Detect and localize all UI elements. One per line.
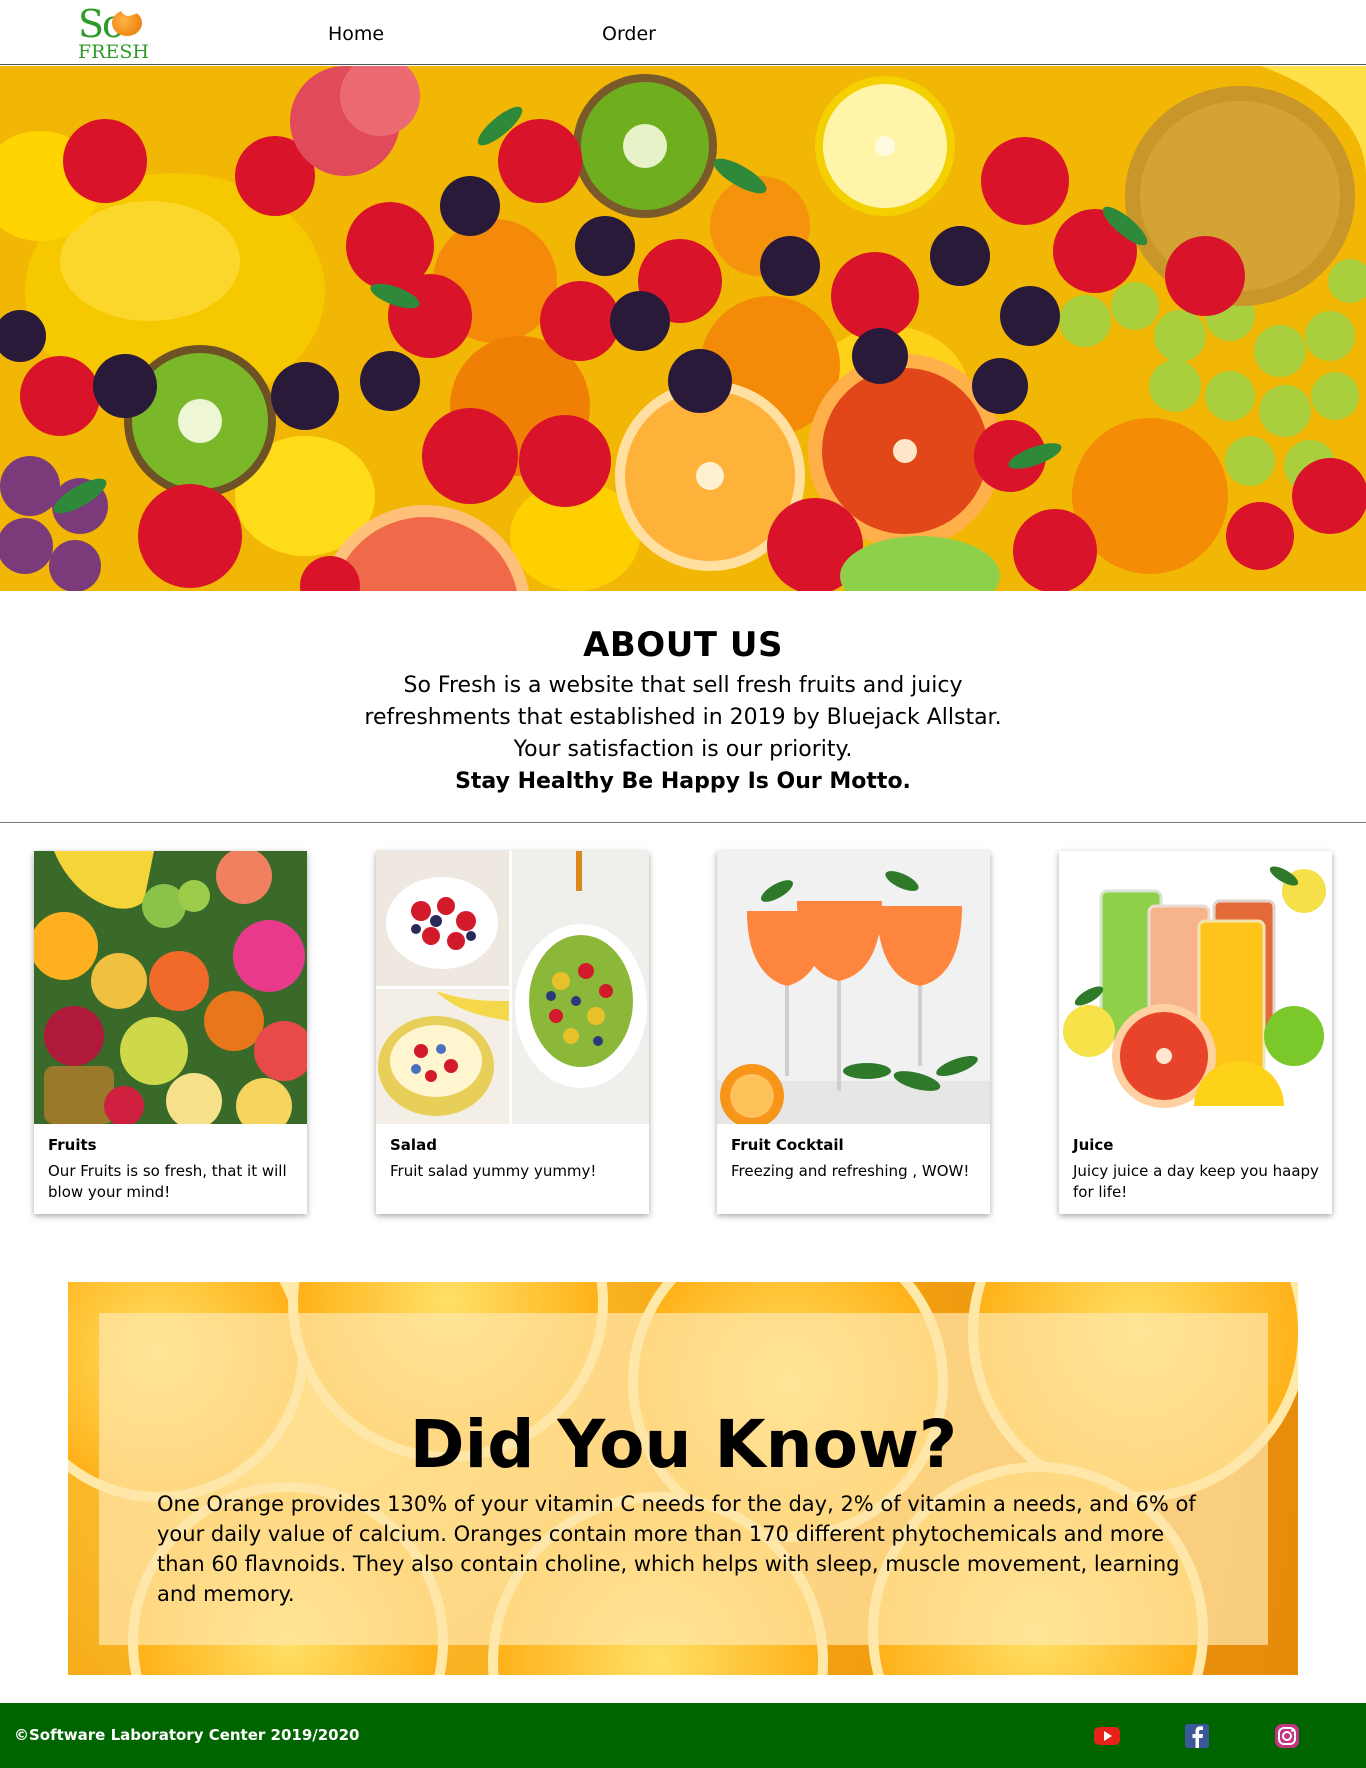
juice-image bbox=[1059, 851, 1332, 1124]
about-us-section: ABOUT US So Fresh is a website that sell… bbox=[0, 620, 1366, 798]
product-card-juice[interactable]: Juice Juicy juice a day keep you haapy f… bbox=[1059, 851, 1332, 1214]
about-text-line-3: Your satisfaction is our priority. bbox=[513, 737, 853, 762]
youtube-icon[interactable] bbox=[1093, 1722, 1121, 1750]
product-card-salad[interactable]: Salad Fruit salad yummy yummy! bbox=[376, 851, 649, 1214]
card-title: Salad bbox=[390, 1136, 437, 1154]
nav-link-home[interactable]: Home bbox=[328, 22, 384, 46]
card-title: Fruits bbox=[48, 1136, 97, 1154]
top-navbar: So FRESH Home Order bbox=[0, 0, 1366, 65]
instagram-icon[interactable] bbox=[1273, 1722, 1301, 1750]
about-text-line-1: So Fresh is a website that sell fresh fr… bbox=[403, 673, 963, 698]
product-card-fruit-cocktail[interactable]: Fruit Cocktail Freezing and refreshing ,… bbox=[717, 851, 990, 1214]
footer-copyright: ©Software Laboratory Center 2019/2020 bbox=[14, 1726, 360, 1744]
about-text-line-2: refreshments that established in 2019 by… bbox=[364, 705, 1002, 730]
facebook-icon[interactable] bbox=[1183, 1722, 1211, 1750]
section-divider bbox=[0, 822, 1366, 823]
card-description: Fruit salad yummy yummy! bbox=[390, 1162, 597, 1180]
about-us-title: ABOUT US bbox=[583, 625, 783, 665]
footer: ©Software Laboratory Center 2019/2020 bbox=[0, 1703, 1366, 1768]
did-you-know-card: Did You Know? One Orange provides 130% o… bbox=[99, 1313, 1268, 1645]
fruit-cocktail-image bbox=[717, 851, 990, 1124]
nav-link-order[interactable]: Order bbox=[602, 22, 656, 46]
card-description: Juicy juice a day keep you haapy for lif… bbox=[1073, 1162, 1319, 1201]
card-title: Juice bbox=[1073, 1136, 1114, 1154]
about-motto: Stay Healthy Be Happy Is Our Motto. bbox=[455, 769, 911, 794]
did-you-know-section: Did You Know? One Orange provides 130% o… bbox=[68, 1282, 1298, 1675]
card-description: Our Fruits is so fresh, that it will blo… bbox=[48, 1162, 287, 1201]
so-fresh-logo[interactable]: So FRESH bbox=[76, 4, 149, 63]
did-you-know-title: Did You Know? bbox=[409, 1406, 958, 1483]
logo-text-fresh: FRESH bbox=[78, 41, 149, 63]
fruits-image bbox=[34, 851, 307, 1124]
card-title: Fruit Cocktail bbox=[731, 1136, 844, 1154]
hero-fruit-banner bbox=[0, 66, 1366, 591]
hero-fruit-image bbox=[0, 66, 1366, 591]
product-card-fruits[interactable]: Fruits Our Fruits is so fresh, that it w… bbox=[34, 851, 307, 1214]
salad-image bbox=[376, 851, 649, 1124]
card-description: Freezing and refreshing , WOW! bbox=[731, 1162, 970, 1180]
did-you-know-text: One Orange provides 130% of your vitamin… bbox=[157, 1492, 1196, 1606]
